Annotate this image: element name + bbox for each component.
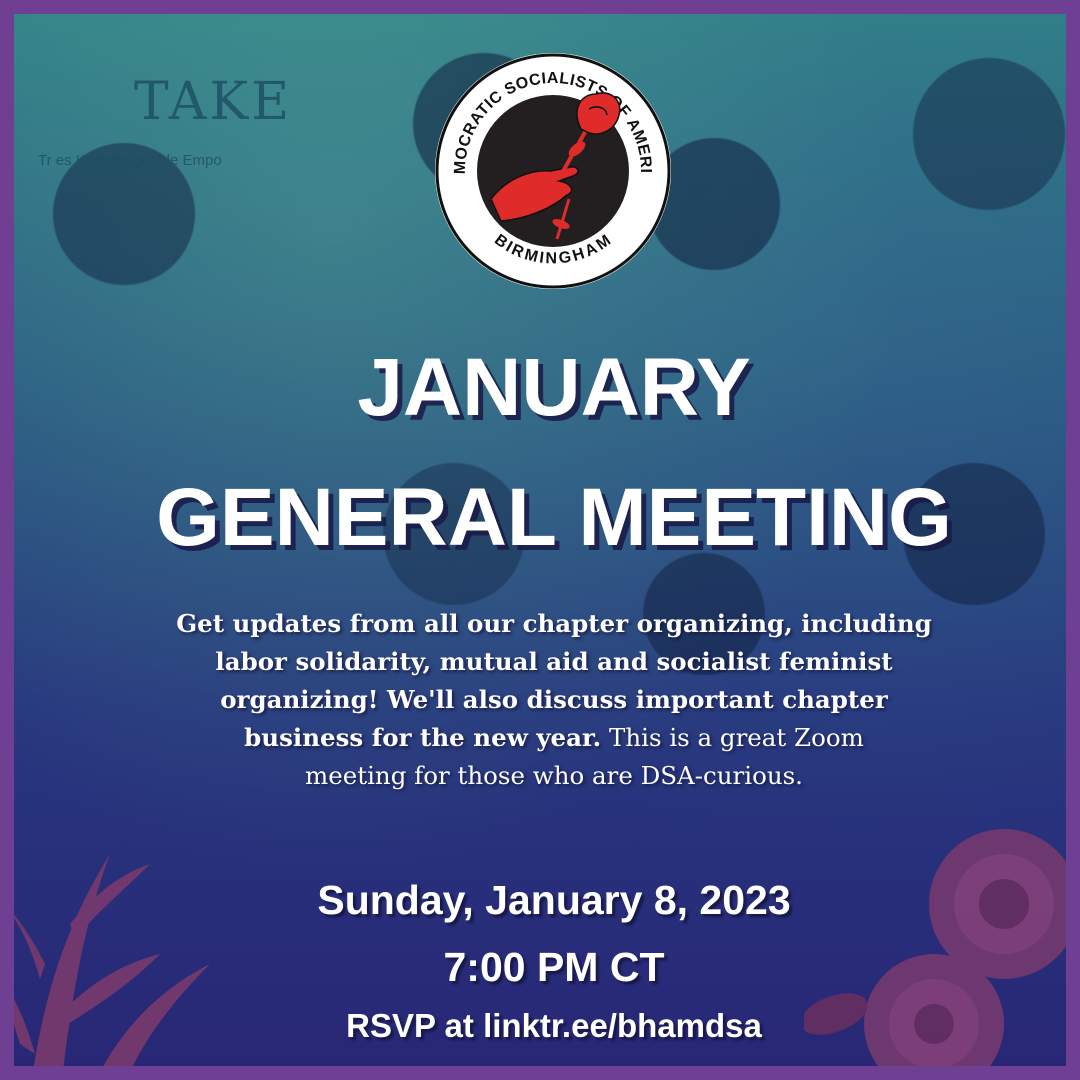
- description-line-4-bold: business for the new year.: [244, 723, 602, 752]
- description-line-4-regular: This is a great Zoom: [601, 723, 864, 752]
- description-line-3: organizing! We'll also discuss important…: [220, 685, 888, 714]
- background-sign-text: TAKE: [134, 72, 293, 132]
- title-line-2: GENERAL MEETING: [156, 472, 952, 563]
- description-line-1: Get updates from all our chapter organiz…: [176, 609, 932, 638]
- event-time: 7:00 PM CT: [443, 944, 665, 990]
- description-line-2: labor solidarity, mutual aid and sociali…: [215, 647, 893, 676]
- rsvp-link[interactable]: RSVP at linktr.ee/bhamdsa: [14, 1006, 1066, 1046]
- background-sign-subtext: Tr es Knowledgeable Empo: [38, 152, 222, 169]
- title-line-1: JANUARY: [357, 342, 751, 433]
- dsa-birmingham-logo: DEMOCRATIC SOCIALISTS OF AMERICA BIRMING…: [431, 49, 671, 289]
- event-description: Get updates from all our chapter organiz…: [104, 605, 1004, 795]
- event-poster: TAKE Tr es Knowledgeable Empo MOCRATIC S…: [0, 0, 1080, 1080]
- description-line-5: meeting for those who are DSA-curious.: [305, 761, 803, 790]
- event-date: Sunday, January 8, 2023: [317, 877, 791, 923]
